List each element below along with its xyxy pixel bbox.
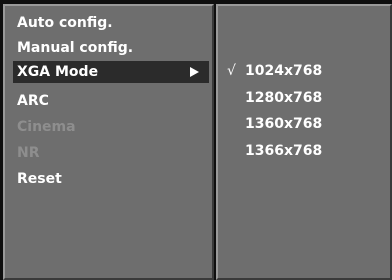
menu-item-label: XGA Mode (17, 64, 99, 80)
menu-item-label: Manual config. (17, 40, 134, 56)
menu-item-label: ARC (17, 93, 49, 109)
check-icon: √ (227, 63, 236, 79)
menu-item-label: Reset (17, 171, 62, 187)
xga-submenu-panel: √ 1024x768 1280x768 1360x768 1366x768 (216, 4, 392, 280)
menu-item-label: Auto config. (17, 15, 113, 31)
menu-item-label: Cinema (17, 119, 76, 135)
option-label: 1280x768 (245, 90, 323, 106)
menu-item-label: NR (17, 145, 40, 161)
option-label: 1024x768 (245, 63, 323, 79)
main-menu-panel: Auto config. Manual config. XGA Mode ARC… (3, 4, 214, 280)
option-label: 1360x768 (245, 116, 323, 132)
option-label: 1366x768 (245, 143, 323, 159)
arrow-right-icon (190, 67, 199, 77)
menu-item-xga-mode[interactable]: XGA Mode (13, 61, 209, 83)
